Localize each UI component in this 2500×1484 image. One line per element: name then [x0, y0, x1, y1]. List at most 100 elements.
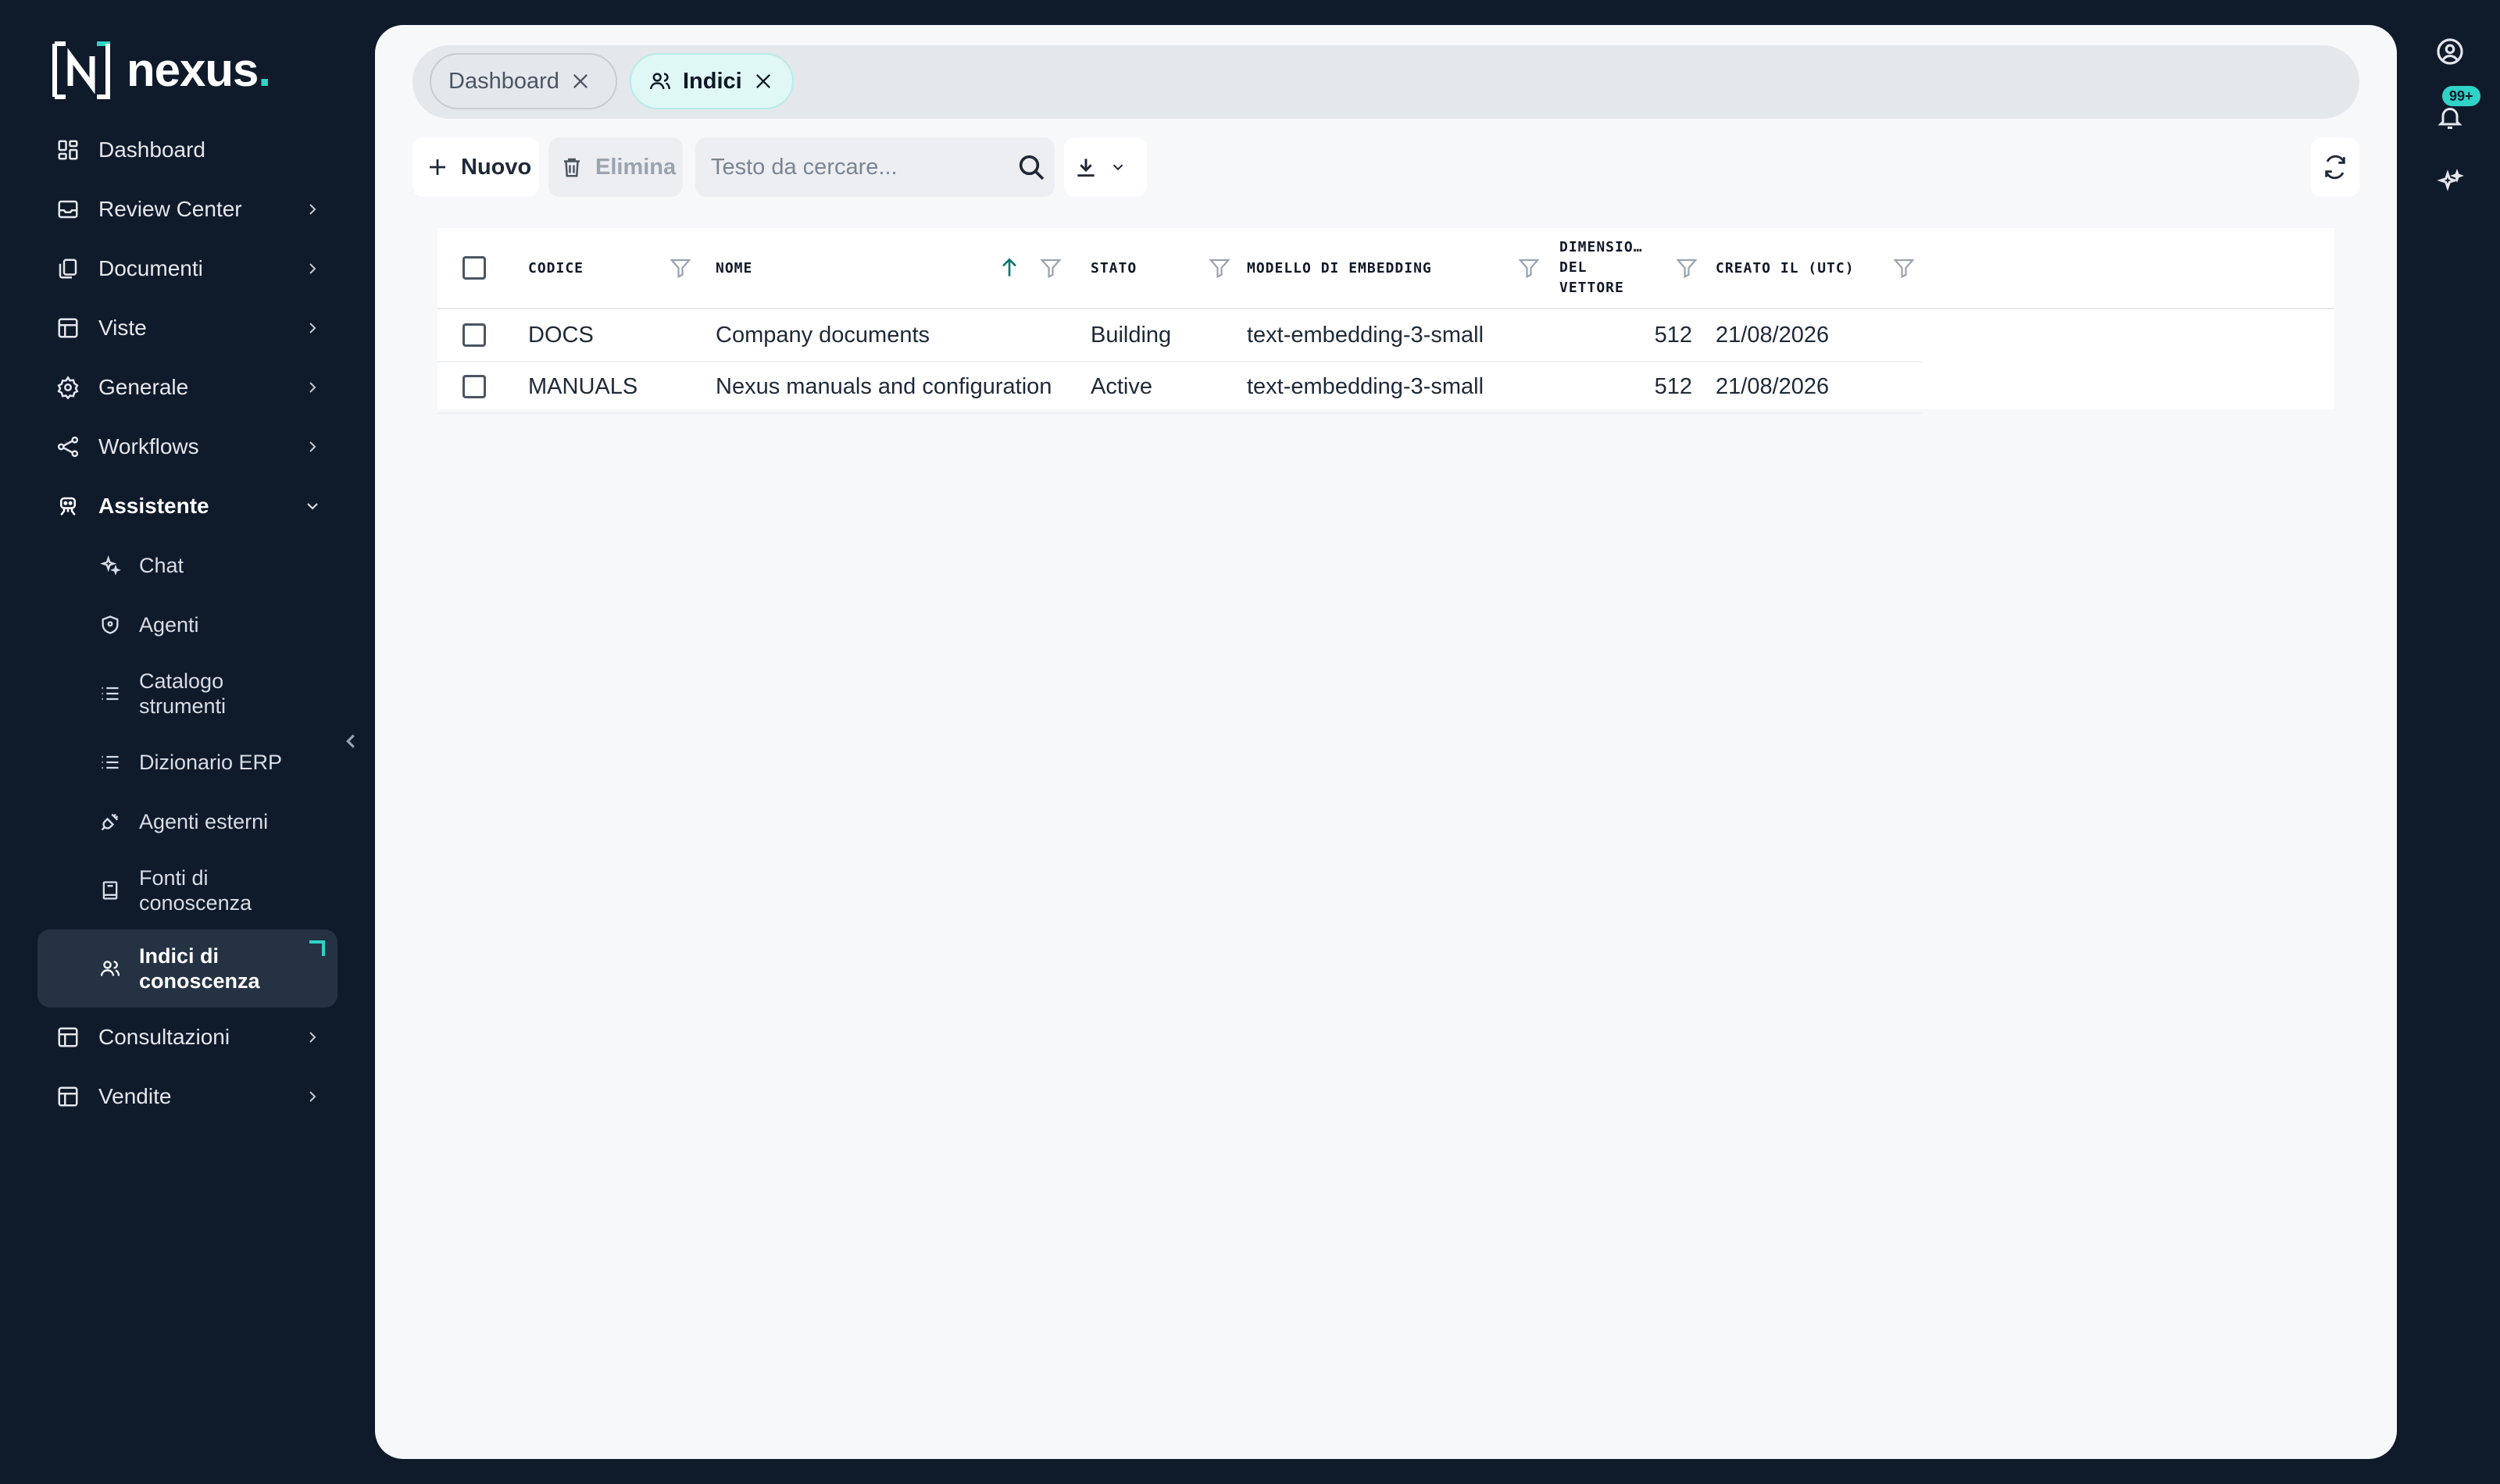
sidebar-item-vendite[interactable]: Vendite	[38, 1067, 338, 1126]
user-account-button[interactable]	[2433, 34, 2467, 69]
column-header-stato[interactable]: Stato	[1091, 228, 1247, 308]
column-header-label: DIMENSIO… DEL VETTORE	[1559, 239, 1643, 296]
search-icon[interactable]	[1016, 152, 1047, 183]
column-header-modello[interactable]: Modello di embedding	[1247, 228, 1559, 308]
sidebar-item-label: Workflows	[98, 434, 199, 458]
tab-bar: Dashboard Indici	[412, 45, 2359, 119]
select-all-checkbox[interactable]	[462, 256, 486, 280]
chevron-down-icon	[307, 503, 318, 510]
sidebar-subitem-indici-di-conoscenza[interactable]: Indici di conoscenza	[38, 929, 338, 1008]
users-icon	[648, 68, 675, 95]
tab-dashboard[interactable]: Dashboard	[430, 53, 617, 109]
sidebar-item-label: Vendite	[98, 1084, 172, 1108]
active-indicator	[309, 940, 325, 956]
delete-button-label: Elimina	[595, 154, 677, 180]
column-header-label: Nome	[716, 259, 753, 276]
user-circle-icon	[2437, 38, 2463, 65]
tab-label: Indici	[683, 68, 742, 94]
chevron-right-icon	[309, 441, 316, 452]
column-header-codice[interactable]: Codice	[528, 228, 708, 308]
cell-codice: MANUALS	[528, 373, 638, 399]
column-header-nome[interactable]: Nome	[716, 228, 1075, 308]
sidebar-subitem-label: Agenti esterni	[139, 810, 269, 833]
toolbar: Nuovo Elimina	[412, 137, 2359, 197]
table-icon	[55, 1024, 81, 1051]
refresh-button[interactable]	[2311, 137, 2359, 197]
sidebar-item-documenti[interactable]: Documenti	[38, 239, 338, 298]
sidebar-item-label: Documenti	[98, 256, 203, 280]
table-row[interactable]: DOCS Company documents Building text-emb…	[438, 309, 1922, 362]
sidebar-item-review-center[interactable]: Review Center	[38, 180, 338, 239]
sidebar-item-label: Review Center	[98, 197, 242, 221]
cell-dimensione: 512	[1654, 322, 1692, 348]
robot-icon	[55, 493, 81, 519]
sidebar-subitem-fonti-di-conoscenza[interactable]: Fonti di conoscenza	[38, 851, 338, 929]
filter-icon[interactable]	[1039, 256, 1062, 280]
sidebar-subitem-agenti-esterni[interactable]: Agenti esterni	[38, 792, 338, 851]
sidebar-subitem-dizionario-erp[interactable]: Dizionario ERP	[38, 733, 338, 792]
tab-label: Dashboard	[448, 68, 559, 94]
logo-text: nexus.	[127, 44, 271, 96]
chevron-right-icon	[309, 263, 316, 274]
collapse-sidebar-icon[interactable]	[339, 730, 362, 753]
sidebar-item-dashboard[interactable]: Dashboard	[38, 120, 338, 180]
table-icon	[55, 315, 81, 341]
sidebar-item-generale[interactable]: Generale	[38, 358, 338, 417]
chevron-right-icon	[309, 382, 316, 393]
sort-ascending-icon[interactable]	[997, 255, 1022, 281]
table-icon	[55, 1083, 81, 1110]
table-row[interactable]: MANUALS Nexus manuals and configuration …	[438, 361, 1922, 414]
sidebar-subitem-chat[interactable]: Chat	[38, 536, 338, 595]
cell-creato: 21/08/2026	[1716, 322, 1830, 348]
logo[interactable]: nexus.	[52, 41, 271, 100]
filter-icon[interactable]	[1517, 256, 1541, 280]
main-panel: Dashboard Indici Nuovo Elimina Testo da …	[375, 25, 2397, 1459]
list-icon	[98, 682, 122, 705]
search-input[interactable]	[709, 153, 994, 181]
new-button[interactable]: Nuovo	[412, 137, 539, 197]
cell-creato: 21/08/2026	[1716, 373, 1830, 399]
column-header-dimensione[interactable]: DIMENSIO… DEL VETTORE	[1559, 228, 1716, 308]
logo-mark-icon	[52, 41, 110, 99]
sidebar-item-label: Viste	[98, 316, 147, 340]
sidebar-item-label: Dashboard	[98, 137, 205, 162]
column-header-label: Stato	[1091, 259, 1138, 276]
plug-icon	[98, 810, 122, 833]
column-header-label: Creato il (UTC)	[1716, 259, 1855, 276]
chevron-down-icon	[1112, 164, 1123, 171]
sidebar-item-label: Assistente	[98, 494, 209, 518]
cell-dimensione: 512	[1654, 373, 1692, 399]
sidebar-subitem-label: Fonti di conoscenza	[139, 866, 252, 915]
sidebar-item-label: Generale	[98, 375, 189, 399]
filter-icon[interactable]	[1892, 256, 1916, 280]
sidebar-item-assistente[interactable]: Assistente	[38, 476, 338, 536]
sparkle-icon	[2437, 169, 2464, 191]
bell-icon	[2438, 108, 2462, 129]
cell-stato: Active	[1091, 373, 1152, 399]
filter-icon[interactable]	[669, 256, 692, 280]
filter-icon[interactable]	[1675, 256, 1698, 280]
documents-icon	[55, 255, 81, 282]
row-checkbox[interactable]	[462, 375, 486, 398]
ai-assistant-button[interactable]	[2433, 166, 2467, 200]
sidebar-subitem-catalogo-strumenti[interactable]: Catalogo strumenti	[38, 655, 338, 733]
row-checkbox[interactable]	[462, 323, 486, 347]
sidebar: nexus. Dashboard Review Center Documenti	[0, 0, 367, 1484]
filter-icon[interactable]	[1208, 256, 1231, 280]
close-tab-icon[interactable]	[750, 68, 777, 95]
close-tab-icon[interactable]	[567, 68, 594, 95]
trash-icon	[558, 153, 586, 181]
chevron-right-icon	[309, 204, 316, 215]
column-header-label: Codice	[528, 259, 584, 276]
sidebar-item-viste[interactable]: Viste	[38, 298, 338, 358]
sidebar-subitem-agenti[interactable]: Agenti	[38, 595, 338, 655]
delete-button[interactable]: Elimina	[548, 137, 683, 197]
cell-nome: Nexus manuals and configuration	[716, 373, 1052, 399]
new-button-label: Nuovo	[461, 154, 532, 180]
sidebar-item-consultazioni[interactable]: Consultazioni	[38, 1008, 338, 1067]
sidebar-nav: Dashboard Review Center Documenti Viste	[38, 120, 338, 1126]
column-header-creato[interactable]: Creato il (UTC)	[1716, 228, 1934, 308]
export-dropdown-button[interactable]	[1064, 137, 1147, 197]
tab-indici[interactable]: Indici	[630, 53, 794, 109]
sidebar-item-workflows[interactable]: Workflows	[38, 417, 338, 476]
